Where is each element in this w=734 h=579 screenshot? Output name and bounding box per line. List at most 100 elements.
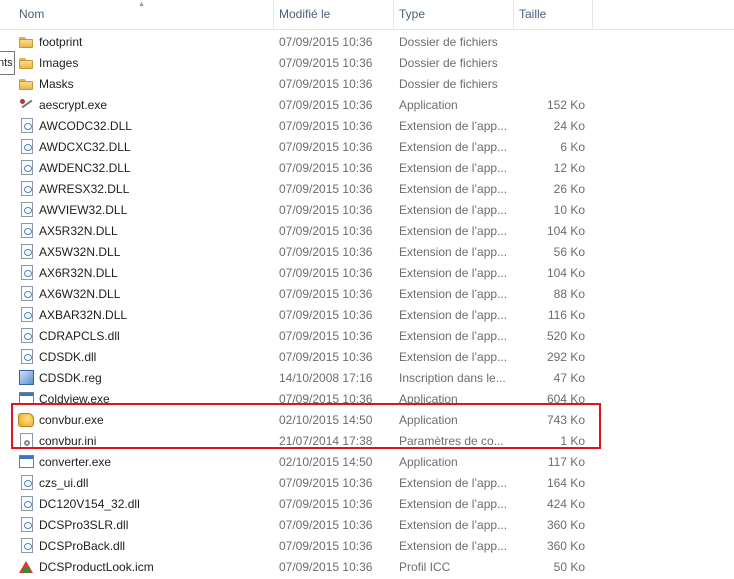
- file-modified-date: 07/09/2015 10:36: [279, 518, 373, 532]
- file-row[interactable]: AX6W32N.DLL 07/09/2015 10:36 Extension de …: [0, 284, 734, 305]
- file-size: 26 Ko: [553, 182, 585, 196]
- file-size: 24 Ko: [553, 119, 585, 133]
- dll-icon: [21, 286, 33, 301]
- dll-icon: [21, 475, 33, 490]
- file-name: AWRESX32.DLL: [39, 182, 130, 196]
- file-modified-date: 07/09/2015 10:36: [279, 245, 373, 259]
- column-divider[interactable]: [592, 0, 593, 29]
- file-modified-date: 07/09/2015 10:36: [279, 140, 373, 154]
- file-size: 47 Ko: [553, 371, 585, 385]
- file-type: Extension de l’app...: [399, 539, 508, 553]
- file-modified-date: 07/09/2015 10:36: [279, 224, 373, 238]
- dll-icon: [21, 496, 33, 511]
- file-row[interactable]: AXBAR32N.DLL 07/09/2015 10:36 Extension de…: [0, 305, 734, 326]
- dll-icon: [21, 307, 33, 322]
- file-name: converter.exe: [39, 455, 112, 469]
- file-size: [515, 74, 585, 95]
- dll-icon: [21, 265, 33, 280]
- file-type: Extension de l’app...: [399, 287, 508, 301]
- file-modified-date: 07/09/2015 10:36: [279, 161, 373, 175]
- file-row[interactable]: Images 07/09/2015 10:36 Dossier de fichier…: [0, 53, 734, 74]
- file-name: AWCODC32.DLL: [39, 119, 132, 133]
- file-row[interactable]: DCSProBack.dll 07/09/2015 10:36 Extension …: [0, 536, 734, 557]
- file-type: Extension de l’app...: [399, 518, 508, 532]
- column-header-type[interactable]: Type: [399, 0, 509, 29]
- file-type: Extension de l’app...: [399, 308, 508, 322]
- dll-icon: [21, 349, 33, 364]
- file-row[interactable]: Masks 07/09/2015 10:36 Dossier de fichiers: [0, 74, 734, 95]
- file-modified-date: 07/09/2015 10:36: [279, 497, 373, 511]
- file-size: 424 Ko: [546, 497, 585, 511]
- dll-icon: [21, 538, 33, 553]
- file-row[interactable]: CDRAPCLS.dll 07/09/2015 10:36 Extension de…: [0, 326, 734, 347]
- dll-icon: [21, 244, 33, 259]
- dll-icon: [21, 202, 33, 217]
- column-divider[interactable]: [273, 0, 274, 29]
- column-divider[interactable]: [513, 0, 514, 29]
- file-type: Dossier de fichiers: [399, 56, 498, 70]
- file-name: aescrypt.exe: [39, 98, 108, 112]
- file-modified-date: 02/10/2015 14:50: [279, 455, 373, 469]
- file-row[interactable]: CDSDK.dll 07/09/2015 10:36 Extension de l’…: [0, 347, 734, 368]
- file-size: 50 Ko: [553, 560, 585, 574]
- file-size: 116 Ko: [547, 308, 585, 322]
- file-name: CDSDK.reg: [39, 371, 102, 385]
- dll-icon: [21, 139, 33, 154]
- column-header-name[interactable]: Nom: [19, 0, 269, 29]
- file-row[interactable]: AWCODC32.DLL 07/09/2015 10:36 Extension de…: [0, 116, 734, 137]
- folder-icon: [18, 34, 34, 50]
- file-type: Extension de l’app...: [399, 476, 508, 490]
- file-type: Extension de l’app...: [399, 119, 508, 133]
- file-row[interactable]: AWDCXC32.DLL 07/09/2015 10:36 Extension de…: [0, 137, 734, 158]
- registry-icon: [19, 370, 34, 385]
- file-name: DCSProductLook.icm: [39, 560, 154, 574]
- file-row[interactable]: aescrypt.exe 07/09/2015 10:36 Application 1…: [0, 95, 734, 116]
- file-row[interactable]: DC120V154_32.dll 07/09/2015 10:36 Extensio…: [0, 494, 734, 515]
- column-header-bar: ▲ Nom Modifié le Type Taille: [0, 0, 734, 30]
- file-name: AX6W32N.DLL: [39, 287, 121, 301]
- column-header-size[interactable]: Taille: [519, 0, 589, 29]
- file-type: Extension de l’app...: [399, 203, 508, 217]
- column-divider[interactable]: [393, 0, 394, 29]
- file-row[interactable]: AWRESX32.DLL 07/09/2015 10:36 Extension de…: [0, 179, 734, 200]
- file-row[interactable]: AX6R32N.DLL 07/09/2015 10:36 Extension de …: [0, 263, 734, 284]
- file-type: Dossier de fichiers: [399, 35, 498, 49]
- file-row[interactable]: DCSProductLook.icm 07/09/2015 10:36 Profil…: [0, 557, 734, 578]
- file-modified-date: 07/09/2015 10:36: [279, 560, 373, 574]
- file-row[interactable]: AX5W32N.DLL 07/09/2015 10:36 Extension de …: [0, 242, 734, 263]
- file-modified-date: 07/09/2015 10:36: [279, 539, 373, 553]
- dll-icon: [21, 118, 33, 133]
- file-type: Application: [399, 98, 458, 112]
- file-modified-date: 07/09/2015 10:36: [279, 287, 373, 301]
- file-size: 292 Ko: [546, 350, 585, 364]
- file-size: [515, 32, 585, 53]
- dll-icon: [21, 223, 33, 238]
- column-header-modified[interactable]: Modifié le: [279, 0, 389, 29]
- file-row[interactable]: AX5R32N.DLL 07/09/2015 10:36 Extension de …: [0, 221, 734, 242]
- file-name: AX5R32N.DLL: [39, 224, 118, 238]
- file-name: Images: [39, 56, 79, 70]
- file-size: 117 Ko: [547, 455, 585, 469]
- file-type: Extension de l’app...: [399, 266, 508, 280]
- file-modified-date: 07/09/2015 10:36: [279, 56, 373, 70]
- file-row[interactable]: footprint 07/09/2015 10:36 Dossier de fich…: [0, 32, 734, 53]
- file-name: AWDENC32.DLL: [39, 161, 131, 175]
- file-row[interactable]: converter.exe 02/10/2015 14:50 Application…: [0, 452, 734, 473]
- file-type: Extension de l’app...: [399, 224, 508, 238]
- file-modified-date: 07/09/2015 10:36: [279, 35, 373, 49]
- file-name: DCSPro3SLR.dll: [39, 518, 129, 532]
- file-row[interactable]: AWDENC32.DLL 07/09/2015 10:36 Extension de…: [0, 158, 734, 179]
- file-name: AWDCXC32.DLL: [39, 140, 131, 154]
- file-modified-date: 14/10/2008 17:16: [279, 371, 373, 385]
- file-modified-date: 07/09/2015 10:36: [279, 119, 373, 133]
- file-row[interactable]: DCSPro3SLR.dll 07/09/2015 10:36 Extension …: [0, 515, 734, 536]
- file-type: Extension de l’app...: [399, 245, 508, 259]
- file-name: CDRAPCLS.dll: [39, 329, 120, 343]
- file-name: DC120V154_32.dll: [39, 497, 140, 511]
- red-highlight-box: [11, 403, 601, 449]
- file-type: Extension de l’app...: [399, 329, 508, 343]
- file-row[interactable]: AWVIEW32.DLL 07/09/2015 10:36 Extension de…: [0, 200, 734, 221]
- file-row[interactable]: CDSDK.reg 14/10/2008 17:16 Inscription dan…: [0, 368, 734, 389]
- file-row[interactable]: czs_ui.dll 07/09/2015 10:36 Extension de l…: [0, 473, 734, 494]
- file-size: 88 Ko: [553, 287, 585, 301]
